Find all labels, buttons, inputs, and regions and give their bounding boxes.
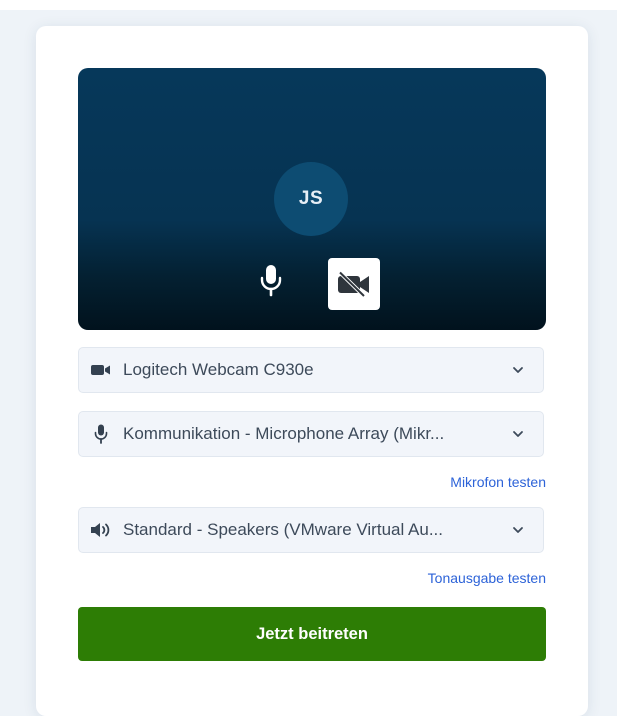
avatar: JS [274, 162, 348, 236]
chevron-down-icon [493, 366, 543, 374]
video-off-icon [338, 271, 369, 297]
microphone-select-value: Kommunikation - Microphone Array (Mikr..… [123, 424, 445, 443]
speaker-select[interactable]: Standard - Speakers (VMware Virtual Au..… [78, 507, 544, 553]
video-preview: JS [78, 68, 546, 330]
prejoin-card: JS Logitech Webcam C930e Kommunikation -… [36, 26, 588, 716]
test-speaker-link[interactable]: Tonausgabe testen [428, 570, 546, 586]
microphone-icon [260, 265, 282, 297]
join-now-button[interactable]: Jetzt beitreten [78, 607, 546, 661]
mic-toggle-button[interactable] [248, 258, 294, 304]
speaker-icon [79, 522, 123, 538]
chevron-down-icon [493, 526, 543, 534]
microphone-icon [79, 424, 123, 444]
camera-select[interactable]: Logitech Webcam C930e [78, 347, 544, 393]
test-microphone-link[interactable]: Mikrofon testen [450, 474, 546, 490]
microphone-select[interactable]: Kommunikation - Microphone Array (Mikr..… [78, 411, 544, 457]
top-band [0, 0, 617, 10]
camera-toggle-button[interactable] [328, 258, 380, 310]
speaker-select-value: Standard - Speakers (VMware Virtual Au..… [123, 520, 444, 539]
camera-select-value: Logitech Webcam C930e [123, 360, 314, 379]
chevron-down-icon [493, 430, 543, 438]
video-camera-icon [79, 364, 123, 376]
